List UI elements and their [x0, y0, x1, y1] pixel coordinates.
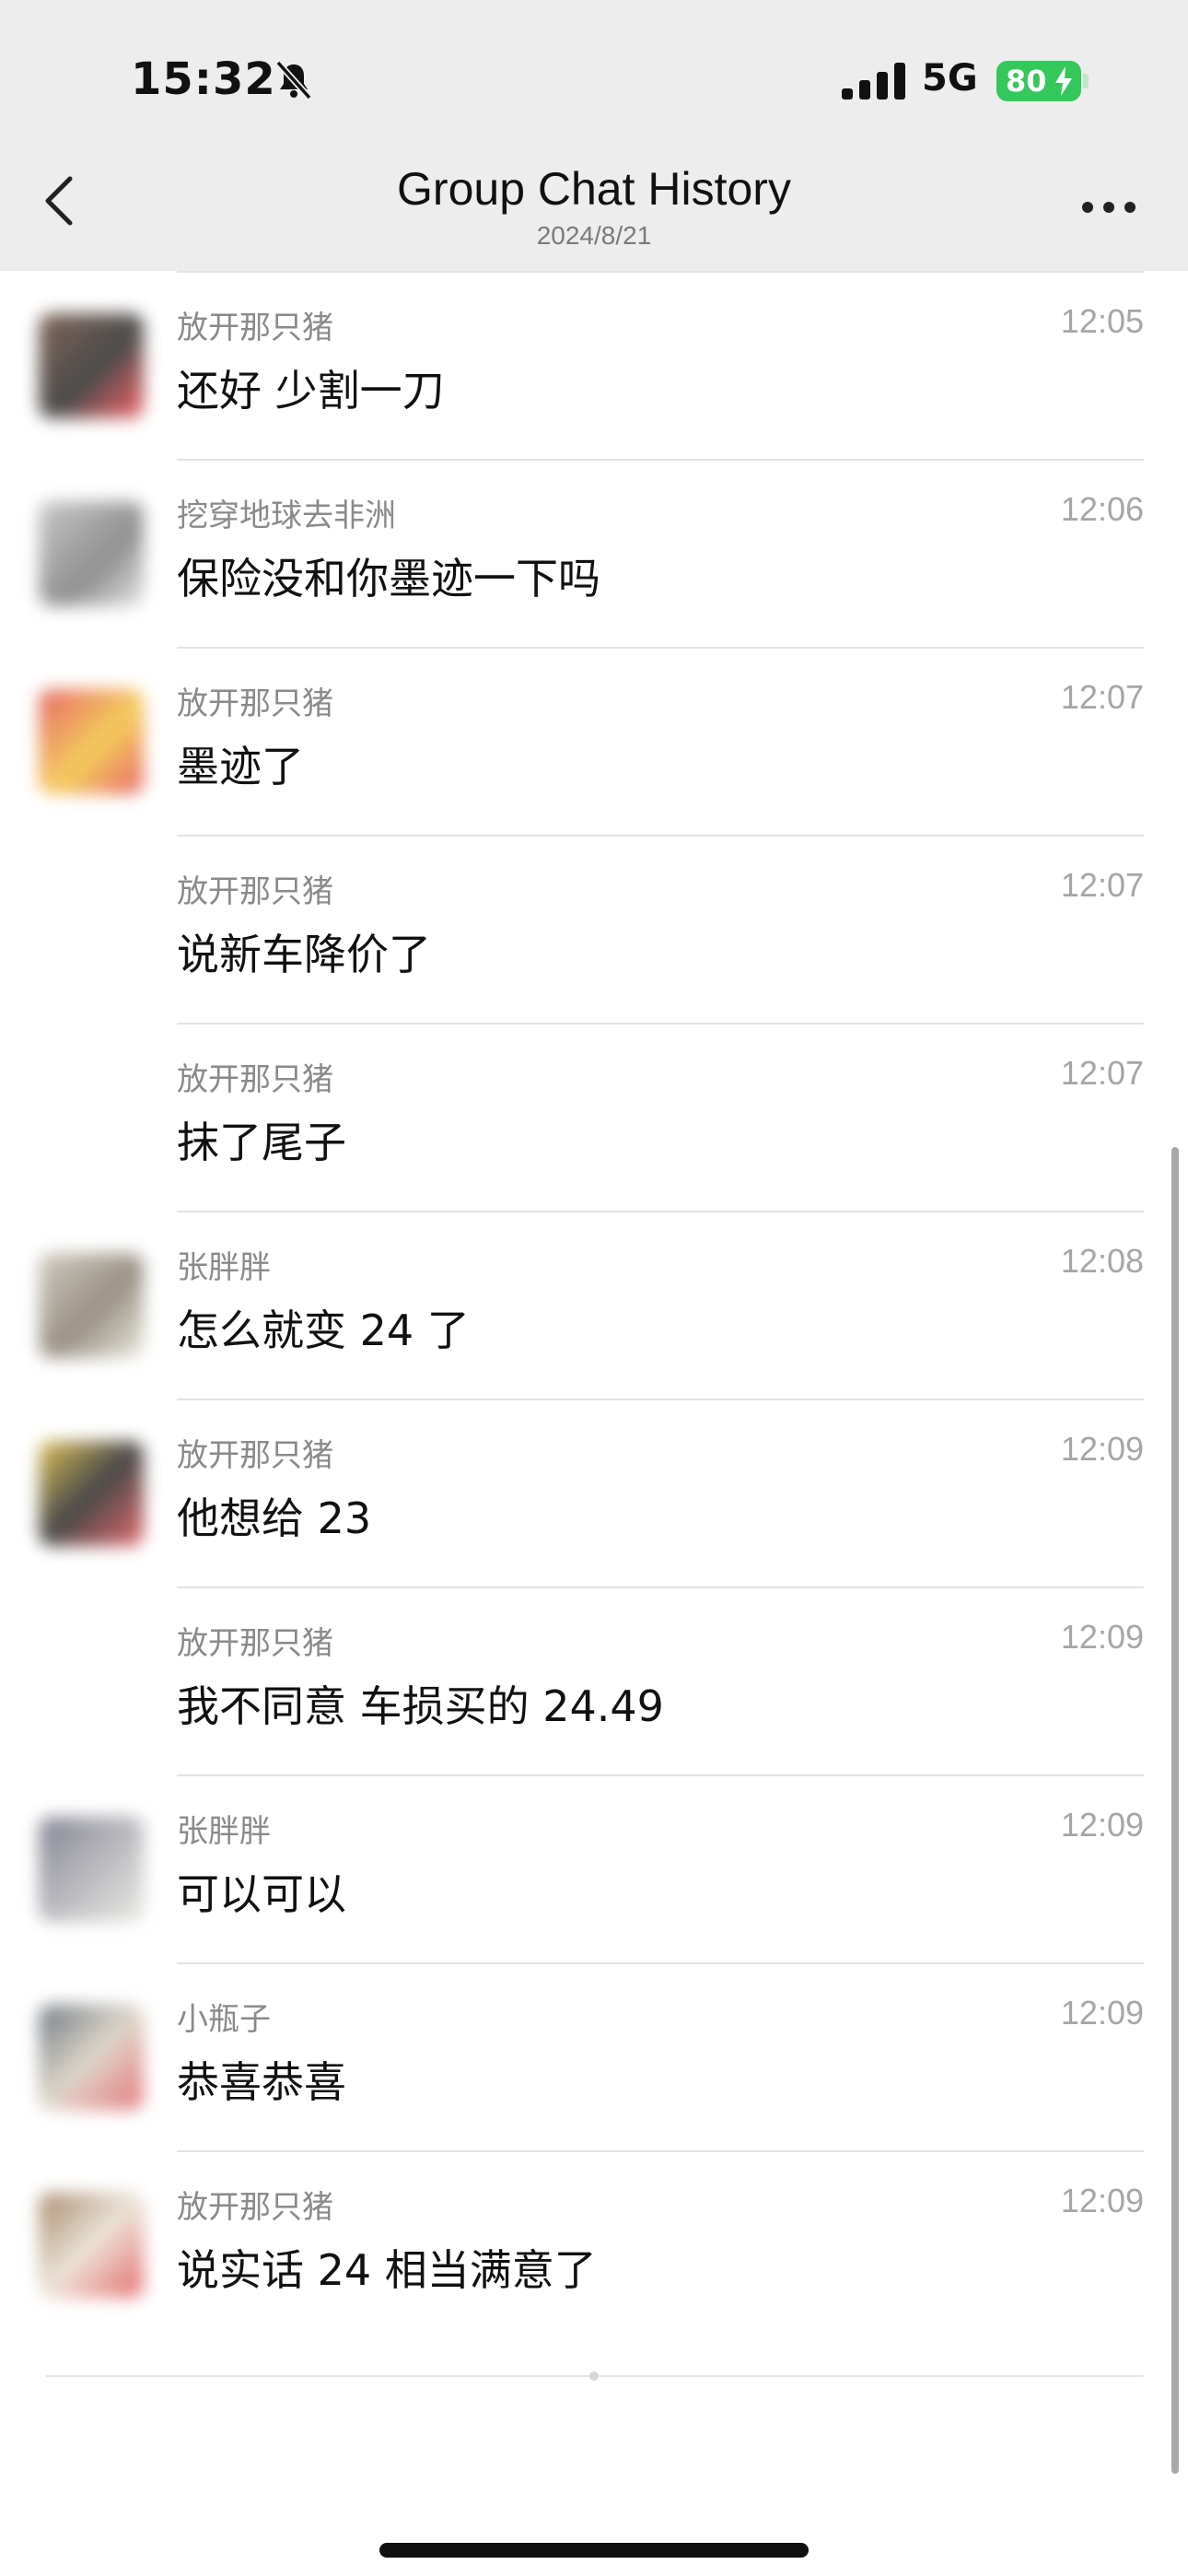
row-divider: [177, 647, 1144, 649]
sender-name: 放开那只猪: [177, 310, 333, 346]
row-divider: [177, 271, 1144, 273]
list-item[interactable]: 张胖胖 12:09 可以可以: [0, 1774, 1188, 1962]
row-divider: [177, 1211, 1144, 1212]
message-time: 12:09: [1060, 1806, 1144, 1844]
message-text: 怎么就变 24 了: [177, 1306, 470, 1355]
chat-history-screen: 15:32 5G 80 Group Chat History 2024/8/21: [0, 0, 1188, 2576]
message-time: 12:09: [1060, 1430, 1144, 1468]
list-item[interactable]: 放开那只猪 12:05 还好 少割一刀: [0, 271, 1188, 459]
top-bar: 15:32 5G 80 Group Chat History 2024/8/21: [0, 0, 1188, 271]
message-text: 恭喜恭喜: [177, 2057, 346, 2107]
battery-level: 80: [1006, 64, 1047, 99]
message-time: 12:06: [1060, 490, 1144, 528]
scrollbar[interactable]: [1171, 1147, 1179, 2474]
avatar[interactable]: [39, 689, 144, 794]
row-divider: [177, 1962, 1144, 1964]
list-item[interactable]: 放开那只猪 12:09 我不同意 车损买的 24.49: [0, 1587, 1188, 1774]
message-time: 12:09: [1060, 1994, 1144, 2032]
list-item[interactable]: 放开那只猪 12:07 抹了尾子: [0, 1023, 1188, 1211]
more-icon[interactable]: [1079, 197, 1138, 217]
page-title: Group Chat History: [397, 163, 791, 215]
sender-name: 放开那只猪: [177, 873, 333, 910]
avatar[interactable]: [39, 1253, 144, 1358]
row-divider: [177, 1774, 1144, 1776]
sender-name: 放开那只猪: [177, 1437, 333, 1474]
bell-slash-icon: [275, 60, 312, 100]
message-text: 说实话 24 相当满意了: [177, 2245, 597, 2295]
row-divider: [177, 459, 1144, 461]
row-divider: [177, 2150, 1144, 2152]
message-time: 12:09: [1060, 2182, 1144, 2219]
avatar[interactable]: [39, 313, 144, 418]
avatar[interactable]: [39, 1441, 144, 1546]
row-divider: [177, 1587, 1144, 1588]
avatar[interactable]: [39, 2005, 144, 2110]
message-text: 还好 少割一刀: [177, 366, 445, 416]
battery-cap: [1083, 74, 1089, 88]
network-type: 5G: [922, 57, 978, 100]
battery-indicator: 80: [996, 61, 1081, 101]
sender-name: 放开那只猪: [177, 1061, 333, 1098]
list-item[interactable]: 张胖胖 12:08 怎么就变 24 了: [0, 1211, 1188, 1399]
list-end-dot: [589, 2371, 599, 2381]
signal-icon: [842, 63, 905, 100]
page-subtitle: 2024/8/21: [536, 221, 652, 250]
message-time: 12:09: [1060, 1618, 1144, 1656]
home-indicator[interactable]: [379, 2543, 809, 2558]
sender-name: 放开那只猪: [177, 1625, 333, 1662]
avatar[interactable]: [39, 1817, 144, 1922]
message-time: 12:08: [1060, 1242, 1144, 1280]
message-time: 12:05: [1060, 302, 1144, 340]
sender-name: 放开那只猪: [177, 2189, 333, 2226]
list-item[interactable]: 挖穿地球去非洲 12:06 保险没和你墨迹一下吗: [0, 459, 1188, 647]
message-time: 12:07: [1060, 866, 1144, 904]
list-item[interactable]: 放开那只猪 12:07 说新车降价了: [0, 835, 1188, 1023]
row-divider: [177, 1399, 1144, 1400]
row-divider: [177, 1023, 1144, 1025]
list-item[interactable]: 放开那只猪 12:09 他想给 23: [0, 1399, 1188, 1587]
sender-name: 小瓶子: [177, 2001, 271, 2038]
message-text: 抹了尾子: [177, 1118, 346, 1167]
sender-name: 挖穿地球去非洲: [177, 498, 396, 534]
list-item[interactable]: 小瓶子 12:09 恭喜恭喜: [0, 1962, 1188, 2150]
message-text: 保险没和你墨迹一下吗: [177, 554, 600, 603]
message-text: 墨迹了: [177, 742, 304, 791]
message-text: 他想给 23: [177, 1493, 372, 1543]
sender-name: 放开那只猪: [177, 685, 333, 722]
status-time: 15:32: [131, 53, 276, 105]
avatar[interactable]: [39, 2193, 144, 2298]
message-time: 12:07: [1060, 678, 1144, 716]
sender-name: 张胖胖: [177, 1813, 271, 1850]
charging-bolt-icon: [1055, 66, 1072, 96]
message-text: 可以可以: [177, 1869, 346, 1919]
message-time: 12:07: [1060, 1054, 1144, 1092]
avatar[interactable]: [39, 501, 144, 606]
message-text: 说新车降价了: [177, 930, 431, 979]
list-item[interactable]: 放开那只猪 12:09 说实话 24 相当满意了: [0, 2150, 1188, 2338]
row-divider: [177, 835, 1144, 837]
list-item[interactable]: 放开那只猪 12:07 墨迹了: [0, 647, 1188, 835]
message-text: 我不同意 车损买的 24.49: [177, 1681, 664, 1731]
sender-name: 张胖胖: [177, 1249, 271, 1286]
